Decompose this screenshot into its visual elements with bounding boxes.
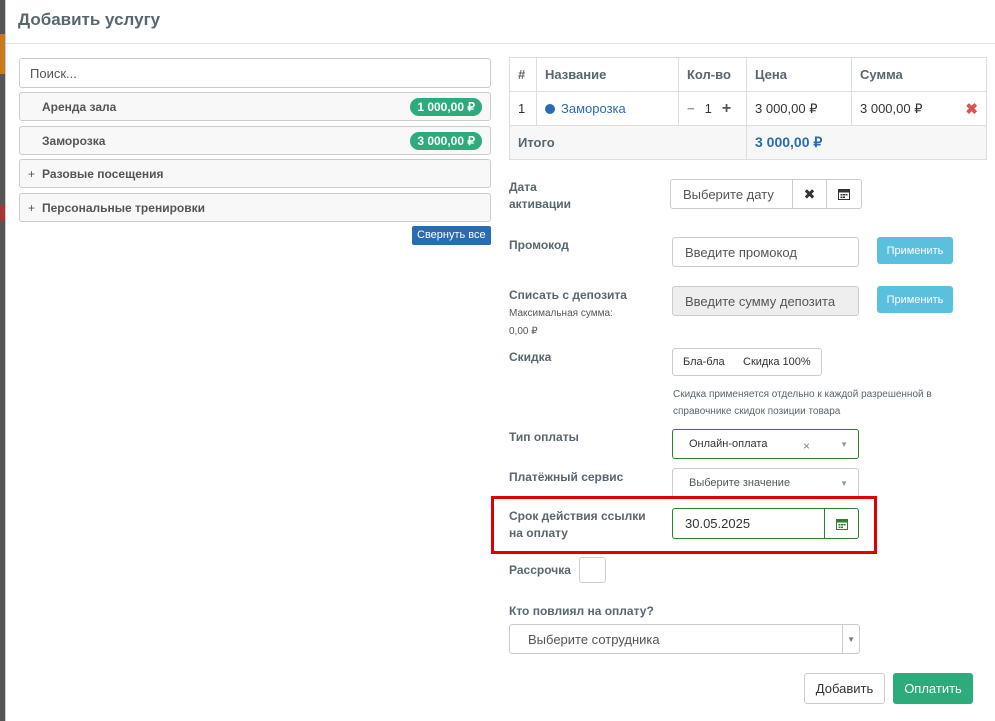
discount-option[interactable]: Скидка 100%: [733, 348, 822, 376]
expand-icon: +: [28, 200, 36, 215]
sum-wrap: 3 000,00 ₽ ✖: [860, 100, 978, 118]
promo-label: Промокод: [509, 238, 569, 252]
discount-label: Скидка: [509, 350, 552, 364]
quantity-stepper: − 1 +: [687, 100, 738, 118]
deposit-input[interactable]: Введите сумму депозита: [672, 286, 859, 316]
price-cell: 3 000,00 ₽: [746, 91, 852, 126]
link-expiry-label: Срок действия ссылки на оплату: [509, 508, 646, 542]
chevron-down-icon: ▼: [840, 478, 848, 488]
status-dot-icon: [545, 104, 555, 114]
row-number: 1: [509, 91, 537, 126]
payment-type-value: Онлайн-оплата: [689, 438, 768, 450]
discount-option[interactable]: Бла-бла: [672, 348, 736, 376]
discount-hint: Скидка применяется отдельно к каждой раз…: [673, 389, 932, 417]
calendar-icon: [838, 189, 850, 200]
label-line: на оплату: [509, 526, 568, 540]
modal-title: Добавить услугу: [18, 10, 161, 29]
catalog-item[interactable]: Аренда зала 1 000,00 ₽: [19, 92, 491, 121]
label-line: активации: [509, 197, 571, 211]
catalog-item[interactable]: Заморозка 3 000,00 ₽: [19, 126, 491, 155]
cart-table: # Название Кол-во Цена Сумма 1 Заморозка…: [509, 57, 987, 160]
staff-placeholder: Выберите сотрудника: [528, 631, 660, 647]
promo-input[interactable]: Введите промокод: [672, 237, 859, 267]
collapse-all-button[interactable]: Свернуть все: [412, 226, 491, 245]
table-header-row: # Название Кол-во Цена Сумма: [509, 57, 987, 92]
payment-service-select[interactable]: Выберите значение ▼: [672, 468, 859, 498]
qty-cell: − 1 +: [678, 91, 747, 126]
column-header: Цена: [746, 57, 852, 92]
clear-selection-icon[interactable]: ×: [803, 439, 810, 453]
label-line: Срок действия ссылки: [509, 509, 646, 523]
row-name-cell: Заморозка: [536, 91, 679, 126]
column-header: Кол-во: [678, 57, 747, 92]
minus-icon[interactable]: −: [687, 101, 695, 116]
total-row: Итого 3 000,00 ₽: [509, 125, 987, 160]
column-header: #: [509, 57, 537, 92]
price-badge: 1 000,00 ₽: [410, 97, 482, 116]
quantity-value: 1: [704, 101, 712, 116]
link-expiry-input[interactable]: 30.05.2025: [672, 508, 825, 539]
chevron-down-icon: ▼: [840, 439, 848, 449]
deposit-label: Списать с депозита: [509, 288, 627, 302]
installment-label: Рассрочка: [509, 563, 571, 577]
deposit-max-label: Максимальная сумма:: [509, 308, 613, 319]
activation-date-label: Дата активации: [509, 179, 571, 213]
calendar-icon: [835, 518, 848, 530]
column-header: Сумма: [851, 57, 987, 92]
payment-service-label: Платёжный сервис: [509, 470, 624, 484]
sum-cell: 3 000,00 ₽ ✖: [851, 91, 987, 126]
label-line: Дата: [509, 180, 537, 194]
remove-icon[interactable]: ✖: [965, 100, 978, 118]
divider: [842, 625, 843, 653]
expand-icon: +: [28, 166, 36, 181]
add-service-modal: Добавить услугу Аренда зала 1 000,00 ₽ З…: [5, 0, 995, 721]
deposit-max-value: 0,00 ₽: [509, 326, 538, 337]
activation-date-input[interactable]: Выберите дату: [670, 179, 793, 209]
chevron-down-icon: ▼: [847, 634, 855, 644]
installment-checkbox[interactable]: [579, 557, 606, 583]
catalog-group-label: Персональные тренировки: [42, 200, 205, 215]
catalog-group[interactable]: + Персональные тренировки: [19, 193, 491, 222]
table-row: 1 Заморозка − 1 + 3 000,00 ₽ 3 000,00 ₽ …: [509, 91, 987, 126]
add-button[interactable]: Добавить: [804, 673, 885, 704]
plus-icon[interactable]: +: [722, 100, 731, 118]
price-badge: 3 000,00 ₽: [410, 131, 482, 150]
modal-header: Добавить услугу: [6, 0, 995, 44]
catalog-group-label: Разовые посещения: [42, 166, 164, 181]
calendar-button[interactable]: [824, 508, 859, 539]
payment-type-label: Тип оплаты: [509, 430, 579, 444]
column-header: Название: [536, 57, 679, 92]
apply-promo-button[interactable]: Применить: [877, 237, 953, 264]
catalog-item-label: Заморозка: [42, 133, 106, 148]
total-value: 3 000,00 ₽: [746, 125, 987, 160]
clear-date-icon[interactable]: ✖: [792, 179, 827, 209]
influencer-label: Кто повлиял на оплату?: [509, 604, 654, 618]
search-input[interactable]: [19, 58, 491, 88]
payment-service-placeholder: Выберите значение: [689, 477, 791, 489]
payment-type-select[interactable]: Онлайн-оплата × ▼: [672, 429, 859, 459]
item-link[interactable]: Заморозка: [561, 101, 626, 116]
total-label: Итого: [509, 125, 747, 160]
pay-button[interactable]: Оплатить: [893, 673, 973, 704]
catalog-item-label: Аренда зала: [42, 99, 117, 114]
catalog-group[interactable]: + Разовые посещения: [19, 159, 491, 188]
staff-select[interactable]: Выберите сотрудника ▼: [509, 624, 860, 654]
apply-deposit-button[interactable]: Применить: [877, 286, 953, 313]
calendar-button[interactable]: [826, 179, 862, 209]
sum-value: 3 000,00 ₽: [860, 100, 923, 116]
